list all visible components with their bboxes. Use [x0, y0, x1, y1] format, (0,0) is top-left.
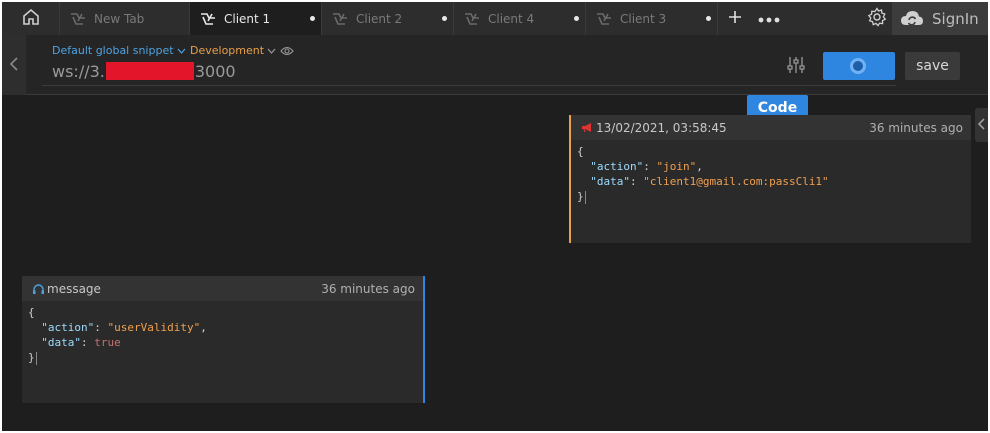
redaction-mark — [105, 62, 194, 80]
signin-button[interactable]: SignIn — [892, 2, 988, 35]
unsaved-dot-icon — [442, 16, 447, 21]
app-window: New Tab Client 1 Client 2 Client 4 Clien… — [2, 2, 988, 431]
tab-new-tab[interactable]: New Tab — [60, 2, 190, 35]
tab-bar: New Tab Client 1 Client 2 Client 4 Clien… — [2, 2, 988, 35]
message-header: message 36 minutes ago — [22, 276, 423, 301]
message-body: { "action": "join", "data": "client1@gma… — [577, 145, 829, 204]
message-title: message — [47, 281, 101, 296]
headphones-icon — [32, 283, 45, 295]
text-cursor — [35, 351, 37, 365]
more-tabs-button[interactable] — [754, 2, 784, 35]
tab-client-3[interactable]: Client 3 — [586, 2, 718, 35]
gear-icon — [867, 7, 887, 30]
connect-toggle[interactable] — [823, 52, 895, 80]
save-button[interactable]: save — [905, 52, 960, 80]
tab-label: Client 1 — [224, 11, 271, 26]
tab-client-4[interactable]: Client 4 — [454, 2, 586, 35]
tab-label: Client 4 — [488, 11, 535, 26]
toggle-knob — [850, 58, 866, 74]
tab-label: Client 3 — [620, 11, 667, 26]
snippet-label: Default global snippet — [52, 44, 174, 57]
environment-label: Development — [190, 44, 265, 57]
client-logo-icon — [596, 12, 612, 26]
client-logo-icon — [464, 12, 480, 26]
message-age: 36 minutes ago — [321, 281, 415, 296]
chevron-left-icon — [9, 56, 18, 74]
eye-icon[interactable] — [280, 46, 294, 56]
chevron-down-icon — [177, 48, 186, 54]
unsaved-dot-icon — [310, 16, 315, 21]
signin-label: SignIn — [932, 9, 979, 28]
json-value: "join" — [656, 160, 697, 173]
unsaved-dot-icon — [706, 16, 711, 21]
message-age: 36 minutes ago — [869, 120, 963, 135]
request-bar: Default global snippet Development ws://… — [2, 35, 988, 95]
json-key: "action" — [590, 160, 644, 173]
client-logo-icon — [200, 12, 216, 26]
client-logo-icon — [332, 12, 348, 26]
message-body: { "action": "userValidity", "data": true… — [28, 306, 207, 365]
collapse-right-button[interactable] — [975, 108, 988, 142]
url-suffix: 3000 — [194, 61, 236, 81]
message-timestamp: 13/02/2021, 03:58:45 — [596, 120, 727, 135]
url-underline — [42, 85, 896, 86]
tab-client-1[interactable]: Client 1 — [190, 2, 322, 35]
json-value: "userValidity" — [107, 321, 201, 334]
client-logo-icon — [70, 12, 86, 26]
unsaved-dot-icon — [574, 16, 579, 21]
tab-label: Client 2 — [356, 11, 403, 26]
home-button[interactable] — [2, 2, 60, 35]
sent-message-card[interactable]: 13/02/2021, 03:58:45 36 minutes ago { "a… — [569, 115, 971, 243]
chevron-left-icon — [977, 117, 985, 133]
json-key: "data" — [590, 175, 630, 188]
megaphone-icon — [581, 122, 594, 133]
text-cursor — [584, 190, 586, 204]
json-key: "action" — [41, 321, 95, 334]
settings-button[interactable] — [862, 2, 892, 35]
json-key: "data" — [41, 336, 81, 349]
cloud-sync-icon — [900, 9, 924, 29]
filter-sliders-button[interactable] — [786, 55, 806, 78]
plus-icon — [728, 10, 742, 27]
message-header: 13/02/2021, 03:58:45 36 minutes ago — [571, 115, 971, 140]
sliders-icon — [786, 57, 806, 78]
tab-client-2[interactable]: Client 2 — [322, 2, 454, 35]
url-prefix: ws://3. — [52, 61, 105, 81]
json-value: true — [94, 336, 121, 349]
collapse-left-button[interactable] — [2, 35, 26, 95]
more-dots-icon — [758, 12, 780, 26]
tab-label: New Tab — [94, 11, 145, 26]
new-tab-button[interactable] — [722, 2, 748, 35]
home-icon — [22, 8, 40, 29]
snippet-selector[interactable]: Default global snippet — [52, 44, 186, 57]
environment-selector[interactable]: Development — [190, 44, 294, 57]
chevron-down-icon — [267, 48, 276, 54]
json-value: "client1@gmail.com:passCli1" — [643, 175, 829, 188]
received-message-card[interactable]: message 36 minutes ago { "action": "user… — [22, 276, 425, 403]
url-input[interactable]: ws://3. 3000 — [52, 60, 236, 82]
